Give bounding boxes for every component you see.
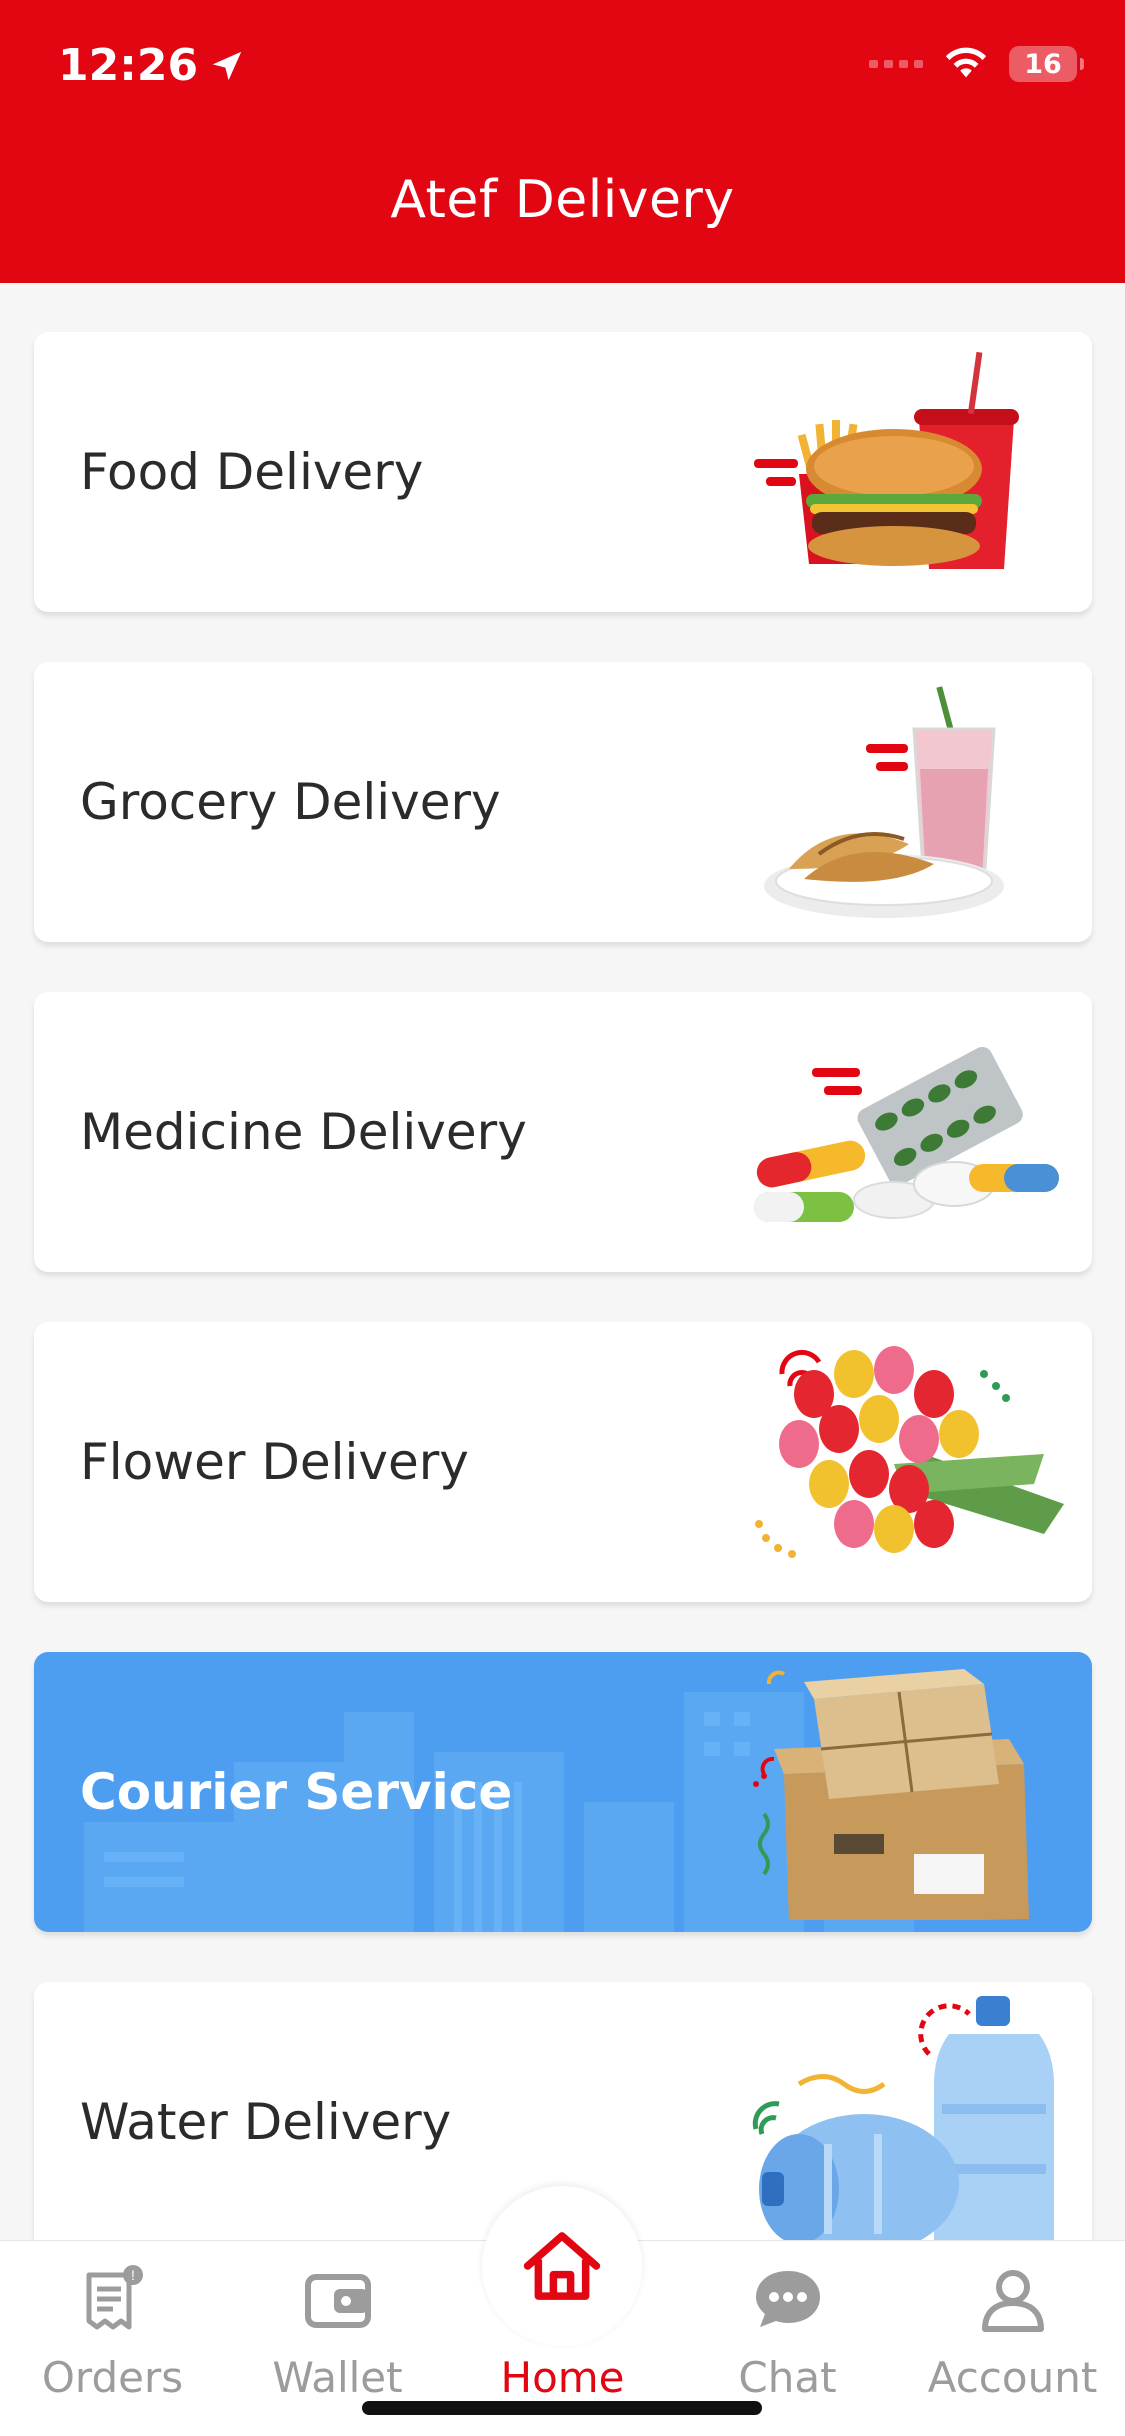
page-title: Atef Delivery [390, 170, 735, 230]
service-card-label: Water Delivery [80, 2093, 452, 2151]
nav-label: Account [927, 2353, 1098, 2402]
burger-fries-drink-image [754, 351, 1019, 569]
nav-label: Chat [738, 2353, 837, 2402]
wifi-icon [943, 44, 989, 84]
service-card-label: Food Delivery [80, 443, 424, 501]
nav-item-orders[interactable]: ! Orders [0, 2259, 225, 2402]
service-card-label: Grocery Delivery [80, 773, 501, 831]
nav-item-account[interactable]: Account [900, 2259, 1125, 2402]
chat-bubble-icon [755, 2271, 820, 2327]
service-card-label: Flower Delivery [80, 1433, 469, 1491]
tulip-bouquet-image [755, 1346, 1064, 1558]
pills-capsules-image [754, 1046, 1059, 1222]
orders-receipt-icon: ! [86, 2265, 143, 2330]
battery-level: 16 [1024, 48, 1062, 80]
water-bottles-image [752, 1996, 1054, 2250]
status-indicators: 16 [869, 44, 1084, 84]
location-arrow-icon [212, 51, 242, 80]
cellular-signal-icon [869, 60, 923, 68]
cardboard-boxes-image [753, 1669, 1029, 1920]
status-time: 12:26 [58, 40, 246, 91]
service-card-grocery[interactable]: Grocery Delivery [34, 662, 1092, 942]
service-card-medicine[interactable]: Medicine Delivery [34, 992, 1092, 1272]
service-list: Food Delivery Grocery Delivery Medicine … [34, 332, 1092, 2312]
nav-label: Wallet [272, 2353, 403, 2402]
home-indicator-bar [362, 2401, 762, 2415]
service-card-label: Medicine Delivery [80, 1103, 527, 1161]
crepes-smoothie-image [764, 686, 1004, 918]
nav-label: Home [500, 2353, 625, 2402]
nav-item-chat[interactable]: Chat [675, 2259, 900, 2402]
service-card-courier[interactable]: Courier Service [34, 1652, 1092, 1932]
service-card-flower[interactable]: Flower Delivery [34, 1322, 1092, 1602]
nav-label: Orders [41, 2353, 184, 2402]
status-time-text: 12:26 [58, 40, 199, 91]
svg-text:!: ! [131, 2267, 135, 2283]
battery-icon: 16 [1009, 46, 1084, 82]
home-icon [523, 2232, 601, 2300]
wallet-icon [304, 2274, 371, 2328]
nav-item-wallet[interactable]: Wallet [225, 2259, 450, 2402]
account-user-icon [981, 2270, 1044, 2332]
service-card-food[interactable]: Food Delivery [34, 332, 1092, 612]
app-header: 12:26 16 Atef Delivery [0, 0, 1125, 283]
service-card-label: Courier Service [80, 1763, 513, 1821]
home-button[interactable] [482, 2186, 642, 2346]
